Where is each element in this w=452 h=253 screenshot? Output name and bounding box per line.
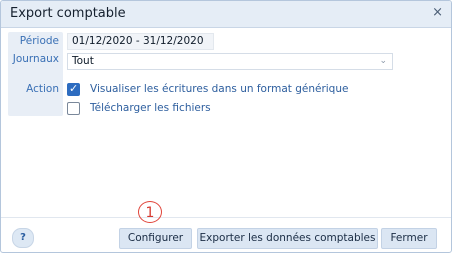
help-button[interactable]: ? bbox=[12, 228, 34, 248]
download-option-label[interactable]: Télécharger les fichiers bbox=[90, 102, 211, 114]
period-label: Période bbox=[19, 35, 59, 47]
period-field[interactable]: 01/12/2020 - 31/12/2020 bbox=[67, 33, 214, 50]
close-icon[interactable]: × bbox=[432, 5, 443, 21]
export-dialog: Export comptable × Période Journaux Acti… bbox=[0, 0, 452, 253]
label-column: Période Journaux Action bbox=[8, 32, 63, 116]
close-button[interactable]: Fermer bbox=[381, 228, 437, 249]
visualize-option-label[interactable]: Visualiser les écritures dans un format … bbox=[90, 83, 348, 95]
export-button[interactable]: Exporter les données comptables bbox=[197, 228, 378, 249]
check-icon: ✓ bbox=[69, 82, 79, 95]
dialog-title: Export comptable bbox=[10, 6, 126, 21]
download-checkbox[interactable] bbox=[67, 102, 80, 115]
journals-label: Journaux bbox=[12, 53, 59, 65]
action-label: Action bbox=[26, 83, 59, 95]
dialog-titlebar: Export comptable × bbox=[1, 1, 451, 28]
journals-select[interactable]: Tout ⌄ bbox=[67, 53, 393, 70]
configure-button[interactable]: Configurer bbox=[119, 228, 192, 249]
journals-select-value: Tout bbox=[72, 55, 94, 67]
step-marker: 1 bbox=[138, 201, 162, 223]
visualize-checkbox[interactable]: ✓ bbox=[67, 82, 80, 96]
chevron-down-icon: ⌄ bbox=[379, 56, 387, 66]
